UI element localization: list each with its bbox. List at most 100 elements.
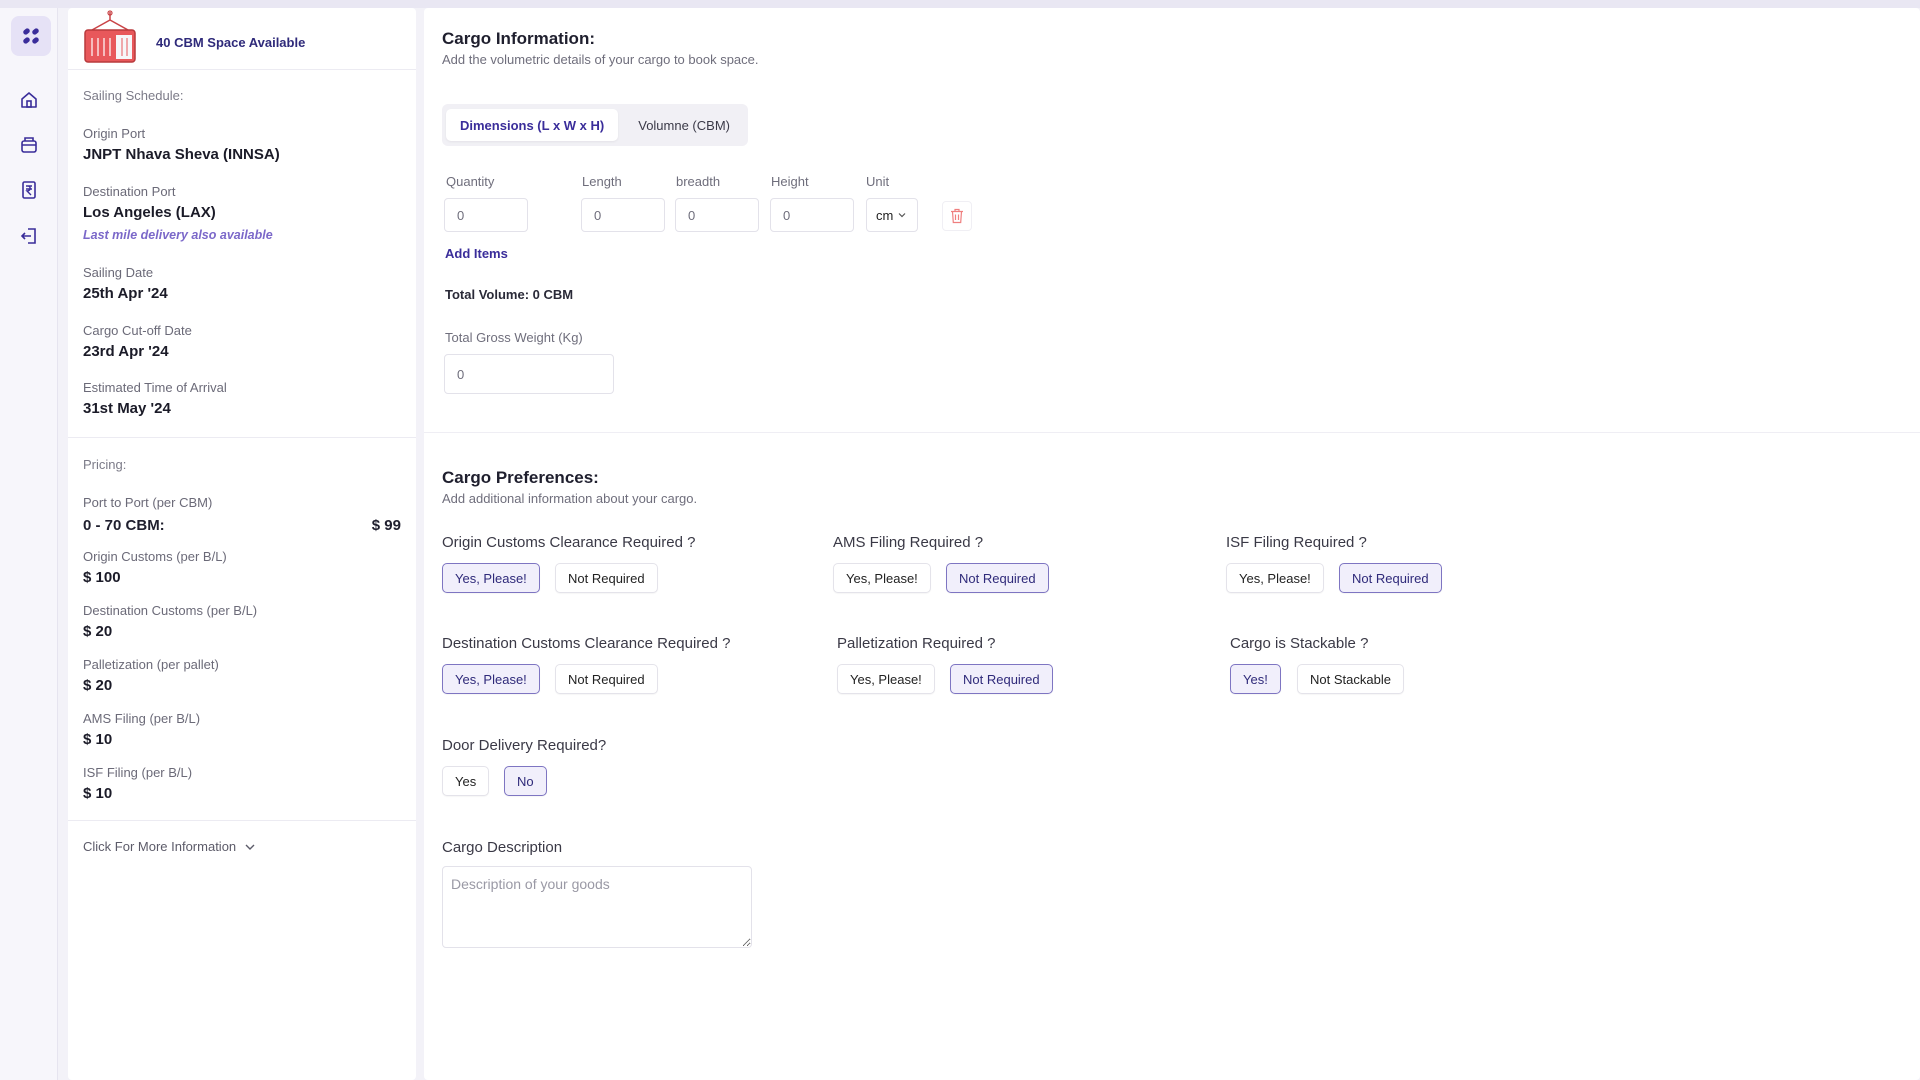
breadth-label: breadth xyxy=(676,174,721,189)
destination-customs-label: Destination Customs (per B/L) xyxy=(83,603,258,618)
destination-port-value: Los Angeles (LAX) xyxy=(83,204,216,221)
invoice-icon xyxy=(22,181,36,199)
tab-volume[interactable]: Volumne (CBM) xyxy=(624,109,744,141)
stackable-question: Cargo is Stackable ? xyxy=(1230,635,1369,652)
cargo-description-input[interactable] xyxy=(442,866,752,948)
port-to-port-label: Port to Port (per CBM) xyxy=(83,495,213,510)
height-label: Height xyxy=(771,174,809,189)
height-input[interactable]: 0 xyxy=(770,198,854,232)
palletization-price: Palletization (per pallet) $ 20 xyxy=(83,657,219,694)
isf-yes-button[interactable]: Yes, Please! xyxy=(1226,563,1324,593)
port-to-port-row: 0 - 70 CBM: $ 99 xyxy=(83,517,401,534)
section-divider xyxy=(424,432,1920,433)
chevron-down-icon xyxy=(245,844,255,850)
nav-bookings[interactable] xyxy=(0,127,58,163)
space-available-text: 40 CBM Space Available xyxy=(156,35,306,50)
cargo-info-title: Cargo Information: xyxy=(442,29,595,48)
delete-row-button[interactable] xyxy=(942,201,972,231)
port-to-port-price-value: $ 99 xyxy=(371,517,401,534)
space-availability: 40 CBM Space Available xyxy=(68,8,416,70)
unit-select[interactable]: cm xyxy=(866,198,918,232)
door-delivery-question: Door Delivery Required? xyxy=(442,737,607,754)
palletization-value: $ 20 xyxy=(83,677,113,694)
destination-port-label: Destination Port xyxy=(83,184,176,199)
sailing-date-value: 25th Apr '24 xyxy=(83,285,168,302)
origin-port-label: Origin Port xyxy=(83,126,146,141)
eta-value: 31st May '24 xyxy=(83,400,171,417)
sailing-date: Sailing Date 25th Apr '24 xyxy=(83,265,168,302)
ams-no-button[interactable]: Not Required xyxy=(946,563,1049,593)
origin-customs-yes-button[interactable]: Yes, Please! xyxy=(442,563,540,593)
quantity-label: Quantity xyxy=(446,174,495,189)
destination-customs-price: Destination Customs (per B/L) $ 20 xyxy=(83,603,257,640)
origin-port-value: JNPT Nhava Sheva (INNSA) xyxy=(83,146,280,163)
destination-port: Destination Port Los Angeles (LAX) Last … xyxy=(83,184,273,242)
origin-customs-price: Origin Customs (per B/L) $ 100 xyxy=(83,549,227,586)
breadth-input[interactable]: 0 xyxy=(675,198,759,232)
pricing-label: Pricing: xyxy=(83,457,127,472)
stackable-yes-button[interactable]: Yes! xyxy=(1230,664,1281,694)
door-delivery-no-button[interactable]: No xyxy=(504,766,547,796)
isf-price: ISF Filing (per B/L) $ 10 xyxy=(83,765,192,802)
palletization-no-button[interactable]: Not Required xyxy=(950,664,1053,694)
more-info-toggle[interactable]: Click For More Information xyxy=(83,839,256,854)
box-icon xyxy=(21,137,37,153)
tab-dimensions[interactable]: Dimensions (L x W x H) xyxy=(446,109,619,141)
destination-customs-yes-button[interactable]: Yes, Please! xyxy=(442,664,540,694)
length-input[interactable]: 0 xyxy=(581,198,665,232)
nav-invoices[interactable] xyxy=(0,172,58,208)
origin-port: Origin Port JNPT Nhava Sheva (INNSA) xyxy=(83,126,280,163)
origin-customs-label: Origin Customs (per B/L) xyxy=(83,549,227,564)
quantity-input[interactable]: 0 xyxy=(444,198,528,232)
isf-question: ISF Filing Required ? xyxy=(1226,534,1367,551)
palletization-label: Palletization (per pallet) xyxy=(83,657,219,672)
eta-label: Estimated Time of Arrival xyxy=(83,380,227,395)
top-bar xyxy=(0,0,1920,8)
divider xyxy=(68,437,416,438)
origin-customs-no-button[interactable]: Not Required xyxy=(555,563,658,593)
divider xyxy=(68,820,416,821)
cargo-preferences-subtitle: Add additional information about your ca… xyxy=(442,491,698,506)
ams-price: AMS Filing (per B/L) $ 10 xyxy=(83,711,200,748)
gross-weight-input[interactable]: 0 xyxy=(444,354,614,394)
sailing-schedule-label: Sailing Schedule: xyxy=(83,88,184,103)
nav-rail xyxy=(0,8,58,1080)
last-mile-note: Last mile delivery also available xyxy=(83,228,273,242)
destination-customs-no-button[interactable]: Not Required xyxy=(555,664,658,694)
destination-customs-question: Destination Customs Clearance Required ? xyxy=(442,635,731,652)
logout-icon xyxy=(20,228,36,244)
ams-yes-button[interactable]: Yes, Please! xyxy=(833,563,931,593)
ams-question: AMS Filing Required ? xyxy=(833,534,984,551)
cutoff-date-value: 23rd Apr '24 xyxy=(83,343,169,360)
nav-home[interactable] xyxy=(0,82,58,118)
origin-customs-question: Origin Customs Clearance Required ? xyxy=(442,534,696,551)
total-volume: Total Volume: 0 CBM xyxy=(445,287,574,302)
port-to-port-price: Port to Port (per CBM) xyxy=(83,495,212,515)
unit-label: Unit xyxy=(866,174,890,189)
add-items-link[interactable]: Add Items xyxy=(445,246,508,261)
palletization-yes-button[interactable]: Yes, Please! xyxy=(837,664,935,694)
cargo-container-icon xyxy=(84,10,136,63)
isf-value: $ 10 xyxy=(83,785,113,802)
isf-no-button[interactable]: Not Required xyxy=(1339,563,1442,593)
chevron-down-icon xyxy=(898,213,906,218)
door-delivery-yes-button[interactable]: Yes xyxy=(442,766,490,796)
trash-icon xyxy=(951,208,963,224)
nav-logout[interactable] xyxy=(0,218,58,254)
sailing-date-label: Sailing Date xyxy=(83,265,154,280)
booking-summary-panel: 40 CBM Space Available Sailing Schedule:… xyxy=(68,8,416,1080)
length-label: Length xyxy=(582,174,622,189)
cargo-preferences-title: Cargo Preferences: xyxy=(442,468,599,487)
cargo-description-label: Cargo Description xyxy=(442,839,563,856)
input-mode-tabs: Dimensions (L x W x H) Volumne (CBM) xyxy=(442,104,748,146)
eta: Estimated Time of Arrival 31st May '24 xyxy=(83,380,227,417)
app-logo[interactable] xyxy=(11,16,51,56)
gross-weight-label: Total Gross Weight (Kg) xyxy=(445,330,583,345)
origin-customs-value: $ 100 xyxy=(83,569,121,586)
ams-value: $ 10 xyxy=(83,731,113,748)
logo-icon xyxy=(23,28,39,44)
cutoff-date: Cargo Cut-off Date 23rd Apr '24 xyxy=(83,323,192,360)
ams-label: AMS Filing (per B/L) xyxy=(83,711,201,726)
stackable-no-button[interactable]: Not Stackable xyxy=(1297,664,1404,694)
palletization-question: Palletization Required ? xyxy=(837,635,996,652)
